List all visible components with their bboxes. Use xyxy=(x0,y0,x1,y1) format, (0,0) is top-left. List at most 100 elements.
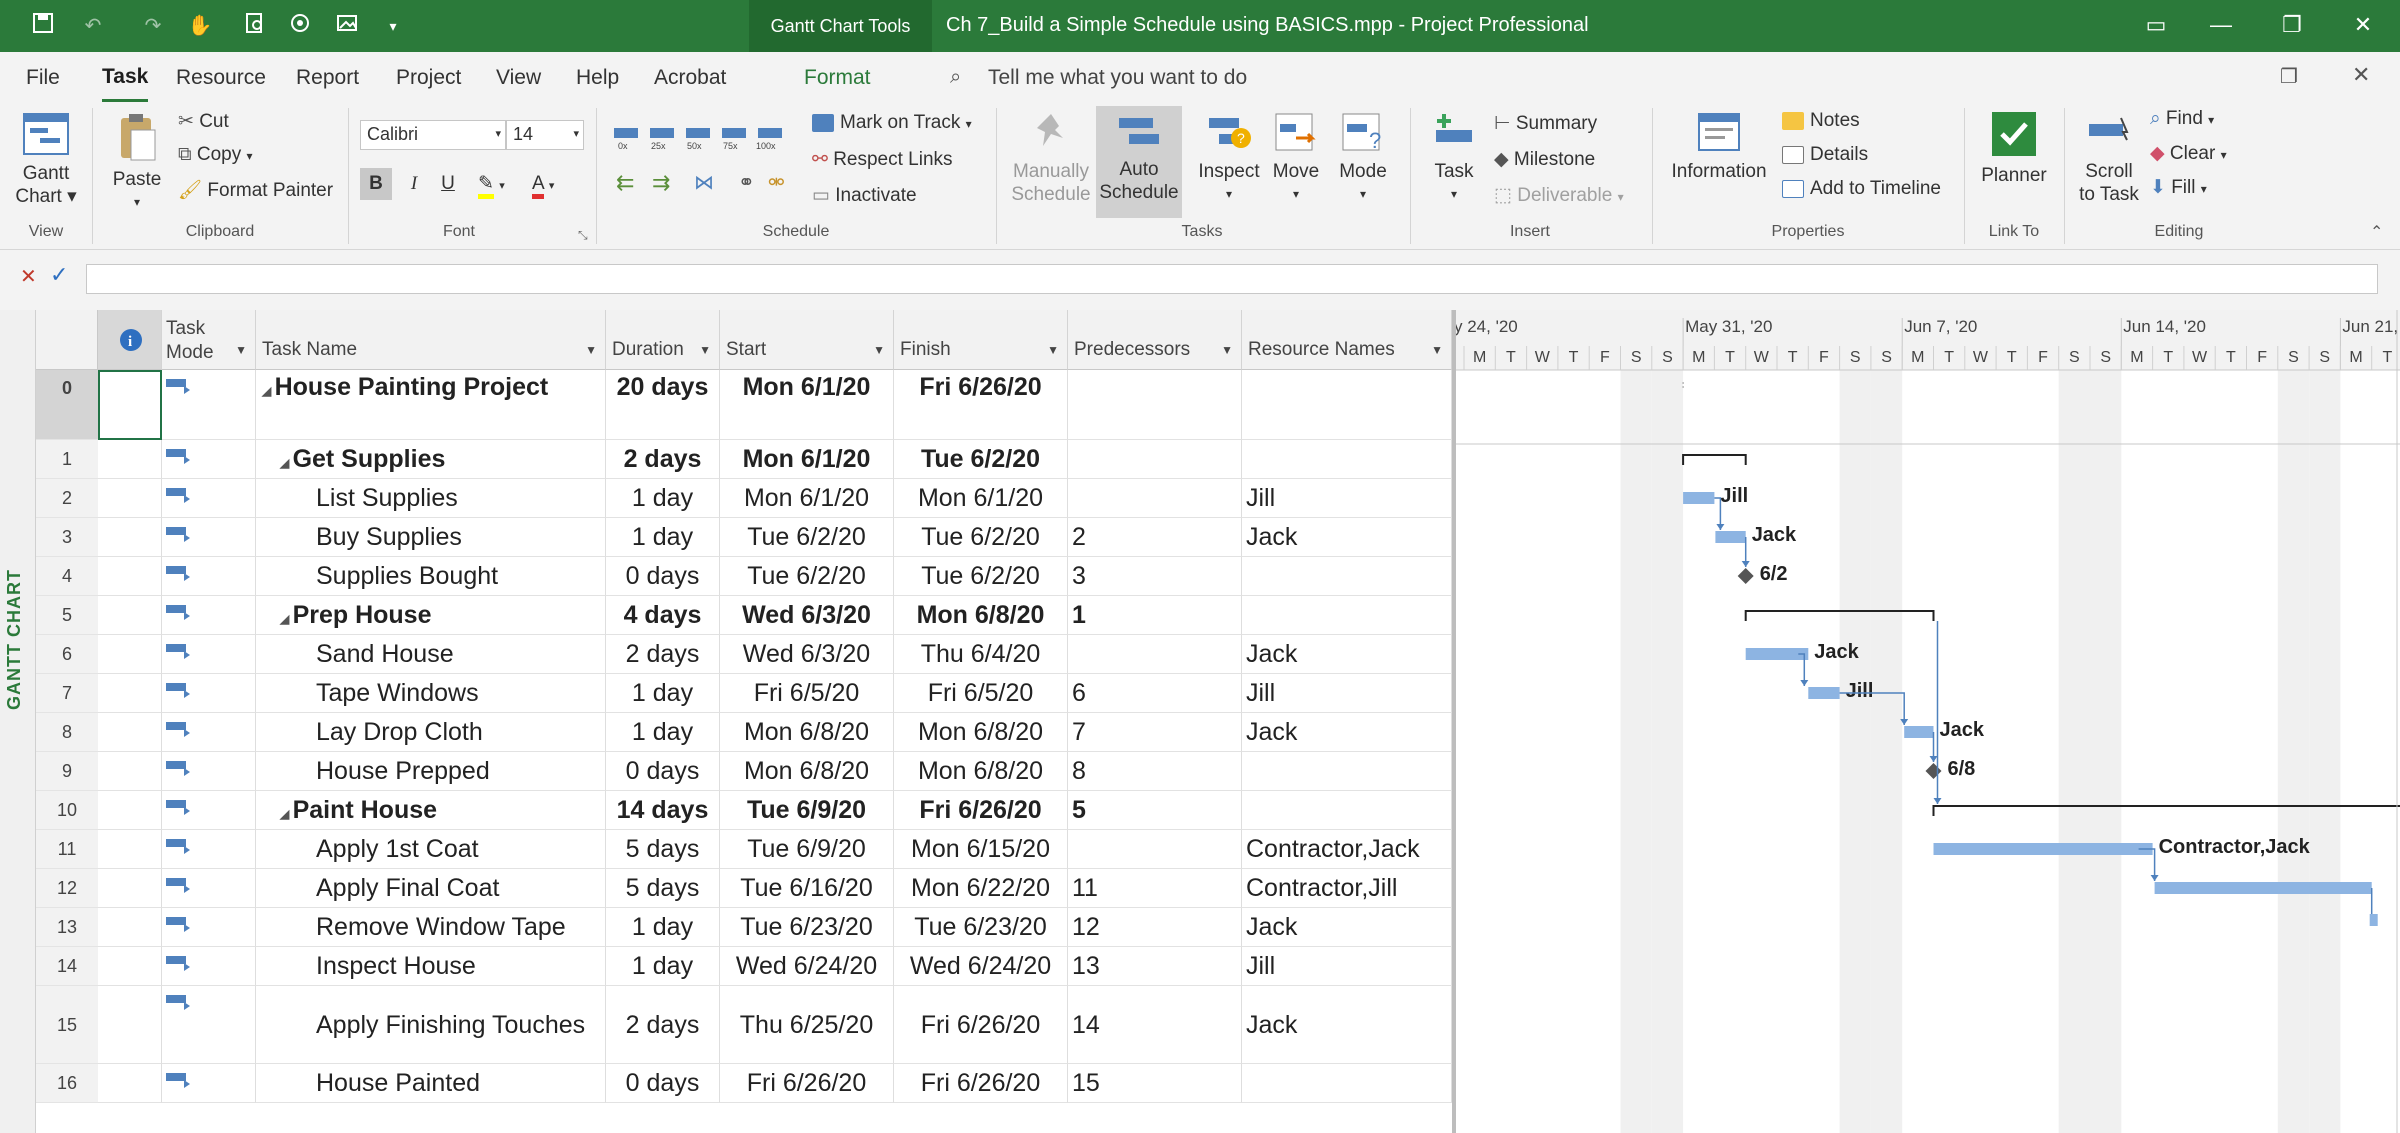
cell-finish[interactable]: Mon 6/1/20 xyxy=(894,479,1068,518)
cell-res[interactable] xyxy=(1242,440,1452,479)
collapse-ribbon-icon[interactable]: ⌃ xyxy=(2370,222,2383,242)
cell-finish[interactable]: Fri 6/26/20 xyxy=(894,1064,1068,1103)
auto-schedule-button[interactable]: Auto Schedule xyxy=(1096,106,1182,218)
task-mode-cell[interactable] xyxy=(162,440,256,479)
cell-duration[interactable]: 1 day xyxy=(606,518,720,557)
task-mode-cell[interactable] xyxy=(162,635,256,674)
indicators-cell[interactable] xyxy=(98,479,162,518)
summary-button[interactable]: ⊢ Summary xyxy=(1494,112,1597,135)
cell-res[interactable] xyxy=(1242,596,1452,635)
row-number[interactable]: 12 xyxy=(36,869,98,908)
cell-duration[interactable]: 14 days xyxy=(606,791,720,830)
manually-schedule-button[interactable]: Manually Schedule xyxy=(1006,110,1096,206)
cell-duration[interactable]: 20 days xyxy=(606,370,720,440)
accept-entry-button[interactable]: ✓ xyxy=(50,262,68,288)
indicators-cell[interactable] xyxy=(98,674,162,713)
task-mode-cell[interactable] xyxy=(162,908,256,947)
cell-finish[interactable]: Mon 6/22/20 xyxy=(894,869,1068,908)
cell-res[interactable]: Jack xyxy=(1242,635,1452,674)
cell-res[interactable] xyxy=(1242,752,1452,791)
indicators-cell[interactable] xyxy=(98,791,162,830)
row-number[interactable]: 4 xyxy=(36,557,98,596)
cell-start[interactable]: Fri 6/26/20 xyxy=(720,1064,894,1103)
cell-start[interactable]: Wed 6/3/20 xyxy=(720,596,894,635)
row-number[interactable]: 11 xyxy=(36,830,98,869)
cell-res[interactable]: Contractor,Jill xyxy=(1242,869,1452,908)
cell-finish[interactable]: Wed 6/24/20 xyxy=(894,947,1068,986)
mode-button[interactable]: ? Mode ▾ xyxy=(1328,110,1398,206)
indicators-cell[interactable] xyxy=(98,370,162,440)
cell-res[interactable] xyxy=(1242,557,1452,596)
cell-name[interactable]: Apply Finishing Touches xyxy=(256,986,606,1064)
row-number[interactable]: 15 xyxy=(36,986,98,1064)
indicators-cell[interactable] xyxy=(98,830,162,869)
font-dialog-launcher-icon[interactable]: ⤡ xyxy=(578,228,588,243)
cell-pred[interactable]: 12 xyxy=(1068,908,1242,947)
task-mode-cell[interactable] xyxy=(162,370,256,440)
cell-duration[interactable]: 1 day xyxy=(606,674,720,713)
tab-task[interactable]: Task xyxy=(102,52,149,102)
row-number[interactable]: 6 xyxy=(36,635,98,674)
cell-pred[interactable]: 1 xyxy=(1068,596,1242,635)
cell-pred[interactable]: 14 xyxy=(1068,986,1242,1064)
task-mode-cell[interactable] xyxy=(162,869,256,908)
cell-duration[interactable]: 1 day xyxy=(606,713,720,752)
cell-name[interactable]: Apply 1st Coat xyxy=(256,830,606,869)
cell-res[interactable]: Jill xyxy=(1242,479,1452,518)
touch-mode-icon[interactable]: ✋ xyxy=(185,12,215,40)
move-button[interactable]: Move ▾ xyxy=(1264,110,1328,206)
share-icon[interactable] xyxy=(285,12,315,40)
cell-res[interactable] xyxy=(1242,1064,1452,1103)
cell-name[interactable]: House Prepped xyxy=(256,752,606,791)
cut-button[interactable]: ✂ Cut xyxy=(178,110,229,133)
indicators-cell[interactable] xyxy=(98,557,162,596)
move-back-icon[interactable]: ⇇ xyxy=(616,170,634,196)
indicators-cell[interactable] xyxy=(98,518,162,557)
cell-pred[interactable]: 2 xyxy=(1068,518,1242,557)
cell-duration[interactable]: 2 days xyxy=(606,635,720,674)
cell-finish[interactable]: Thu 6/4/20 xyxy=(894,635,1068,674)
gantt-chart[interactable]: y 24, '20 May 31, '20 Jun 7, '20 Jun 14, '2… xyxy=(1456,310,2400,1133)
cell-res[interactable]: Jack xyxy=(1242,713,1452,752)
cell-finish[interactable]: Fri 6/26/20 xyxy=(894,370,1068,440)
row-number[interactable]: 8 xyxy=(36,713,98,752)
restore-icon[interactable]: ❐ xyxy=(2272,10,2312,40)
picture-icon[interactable] xyxy=(333,12,363,40)
task-mode-cell[interactable] xyxy=(162,479,256,518)
row-number[interactable]: 9 xyxy=(36,752,98,791)
collapse-triangle-icon[interactable]: ◢ xyxy=(280,612,293,626)
cell-pred[interactable]: 11 xyxy=(1068,869,1242,908)
task-mode-cell[interactable] xyxy=(162,596,256,635)
pct-75-button[interactable]: 75x xyxy=(720,122,750,152)
cell-start[interactable]: Mon 6/1/20 xyxy=(720,440,894,479)
task-mode-cell[interactable] xyxy=(162,791,256,830)
row-number[interactable]: 10 xyxy=(36,791,98,830)
cell-name[interactable]: Lay Drop Cloth xyxy=(256,713,606,752)
italic-button[interactable]: I xyxy=(400,168,428,200)
ribbon-display-icon[interactable]: ▭ xyxy=(2136,10,2176,40)
column-header-task-mode[interactable]: Task Mode ▼ xyxy=(162,310,256,370)
indicators-cell[interactable] xyxy=(98,947,162,986)
cell-res[interactable]: Jack xyxy=(1242,908,1452,947)
task-mode-cell[interactable] xyxy=(162,986,256,1064)
cell-name[interactable]: ◢ Paint House xyxy=(256,791,606,830)
cell-finish[interactable]: Fri 6/5/20 xyxy=(894,674,1068,713)
cell-pred[interactable] xyxy=(1068,635,1242,674)
cell-pred[interactable]: 8 xyxy=(1068,752,1242,791)
cell-start[interactable]: Mon 6/1/20 xyxy=(720,370,894,440)
scroll-to-task-button[interactable]: Scroll to Task xyxy=(2074,110,2144,206)
row-number[interactable]: 3 xyxy=(36,518,98,557)
details-button[interactable]: Details xyxy=(1782,144,1868,166)
cell-start[interactable]: Tue 6/9/20 xyxy=(720,791,894,830)
select-all-corner[interactable] xyxy=(36,310,98,370)
cell-start[interactable]: Tue 6/2/20 xyxy=(720,518,894,557)
pct-0-button[interactable]: 0x xyxy=(612,122,642,152)
cell-duration[interactable]: 1 day xyxy=(606,947,720,986)
close-window-icon[interactable]: ✕ xyxy=(2343,10,2383,40)
indicators-cell[interactable] xyxy=(98,908,162,947)
cell-pred[interactable]: 13 xyxy=(1068,947,1242,986)
cell-duration[interactable]: 0 days xyxy=(606,557,720,596)
entry-input[interactable] xyxy=(86,264,2378,294)
font-color-button[interactable]: A ▾ xyxy=(532,168,572,202)
cell-start[interactable]: Tue 6/2/20 xyxy=(720,557,894,596)
